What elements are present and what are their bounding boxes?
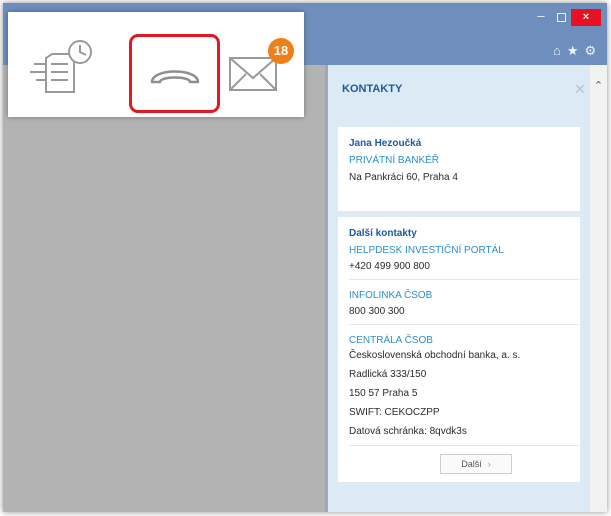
centrala-line: Radlická 333/150 [349,369,427,380]
centrala-label: CENTRÁLA ČSOB [349,335,433,346]
divider [349,445,579,446]
helpdesk-phone: +420 499 900 800 [349,261,430,272]
close-window-button[interactable]: × [571,9,601,26]
more-button-label: Další [461,459,482,469]
centrala-line: 150 57 Praha 5 [349,388,418,399]
panel-scrollbar[interactable]: ⌃ [590,65,607,512]
contacts-panel: KONTAKTY ✕ Jana Hezoučká PRIVÁTNÍ BANKÉŘ… [328,65,590,512]
divider [349,279,579,280]
toolbar-popup: 18 [8,12,304,117]
centrala-line: Datová schránka: 8qvdk3s [349,426,467,437]
maximize-button[interactable] [551,9,571,26]
banker-name: Jana Hezoučká [349,138,422,149]
header-icons: ⌂ ★ ⚙ [553,43,607,59]
infolinka-label: INFOLINKA ČSOB [349,290,433,301]
centrala-line: SWIFT: CEKOCZPP [349,407,440,418]
main-content-area [3,65,325,512]
helpdesk-label: HELPDESK INVESTIČNÍ PORTÁL [349,245,504,256]
chevron-right-icon: › [487,459,491,469]
infolinka-phone: 800 300 300 [349,306,405,317]
home-icon[interactable]: ⌂ [553,43,561,59]
close-icon[interactable]: ✕ [574,81,586,98]
chevron-up-icon[interactable]: ⌃ [590,79,607,93]
minimize-button[interactable]: – [531,9,551,26]
banker-address: Na Pankráci 60, Praha 4 [349,172,458,183]
divider [349,324,579,325]
phone-icon[interactable] [146,60,204,90]
star-icon[interactable]: ★ [567,43,579,59]
panel-title: KONTAKTY [342,83,403,95]
documents-clock-icon[interactable] [26,32,110,102]
other-contacts-card: Další kontakty HELPDESK INVESTIČNÍ PORTÁ… [338,217,580,482]
banker-role: PRIVÁTNÍ BANKÉŘ [349,155,440,166]
more-contacts-button[interactable]: Další › [440,454,512,474]
other-contacts-heading: Další kontakty [349,228,417,239]
centrala-line: Československá obchodní banka, a. s. [349,350,521,361]
mail-badge: 18 [268,38,294,64]
gear-icon[interactable]: ⚙ [585,43,597,59]
banker-card: Jana Hezoučká PRIVÁTNÍ BANKÉŘ Na Pankrác… [338,127,580,211]
